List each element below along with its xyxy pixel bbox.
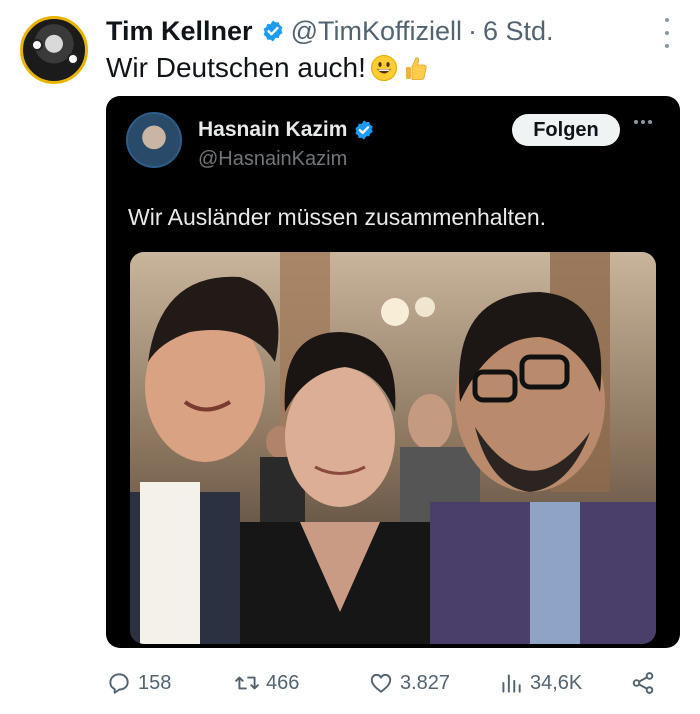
quoted-tweet-card[interactable]: Hasnain Kazim @HasnainKazim Folgen Wir A… (106, 96, 680, 648)
share-button[interactable] (630, 670, 656, 696)
thumbs-up-emoji-icon (405, 57, 427, 80)
reply-count: 158 (138, 671, 172, 694)
views-count: 34,6K (530, 671, 583, 694)
tweet-timestamp[interactable]: 6 Std. (483, 16, 554, 47)
verified-badge-icon (355, 120, 374, 140)
reply-icon (109, 673, 129, 694)
avatar-patch (67, 53, 79, 65)
quoted-tweet-text: Wir Ausländer müssen zusammenhalten. (128, 204, 547, 230)
tweet-header: Tim Kellner @TimKoffiziell · 6 Std. (106, 14, 660, 48)
author-handle[interactable]: @TimKoffiziell (291, 16, 462, 47)
verified-badge-icon (263, 20, 282, 42)
tweet-action-bar: 158 466 3.827 34,6K (106, 664, 680, 704)
grinning-face-emoji-icon (370, 55, 397, 81)
like-count: 3.827 (400, 671, 451, 694)
follow-button[interactable]: Folgen (512, 114, 620, 146)
separator-dot: · (468, 15, 478, 46)
selfie-photo-illustration (130, 252, 656, 644)
repost-button[interactable]: 466 (234, 670, 299, 696)
repost-icon (235, 676, 259, 690)
share-icon (632, 672, 654, 694)
quoted-author-name[interactable]: Hasnain Kazim (198, 118, 347, 142)
views-chart-icon (502, 674, 521, 693)
author-avatar[interactable] (20, 16, 88, 84)
quoted-tweet-photo[interactable] (130, 252, 656, 644)
tweet-text: Wir Deutschen auch! (106, 52, 430, 84)
quoted-author-avatar[interactable] (126, 112, 182, 168)
tweet-text-content: Wir Deutschen auch! (106, 52, 366, 83)
author-name[interactable]: Tim Kellner (106, 16, 253, 47)
avatar-patch (31, 39, 43, 51)
quoted-author-handle[interactable]: @HasnainKazim (198, 148, 347, 171)
views-button[interactable]: 34,6K (498, 670, 582, 696)
like-button[interactable]: 3.827 (368, 670, 450, 696)
repost-count: 466 (266, 671, 300, 694)
reply-button[interactable]: 158 (106, 670, 171, 696)
heart-icon (370, 673, 392, 693)
more-options-icon[interactable] (664, 18, 670, 48)
quoted-more-options-icon[interactable] (634, 120, 652, 124)
quoted-author-name-row: Hasnain Kazim (198, 118, 375, 142)
